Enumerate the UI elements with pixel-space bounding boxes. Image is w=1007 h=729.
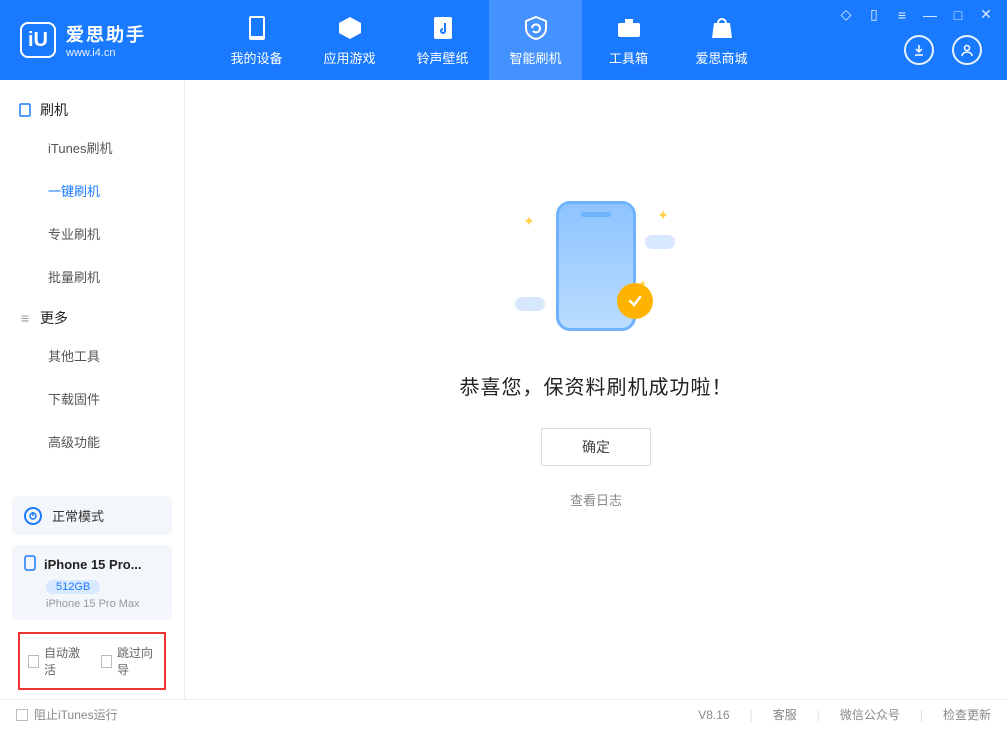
view-log-link[interactable]: 查看日志 bbox=[570, 490, 622, 509]
nav-ringtone-wallpaper[interactable]: 铃声壁纸 bbox=[396, 0, 489, 80]
download-button[interactable] bbox=[904, 35, 934, 65]
tablet-icon bbox=[18, 103, 32, 117]
top-nav: 我的设备 应用游戏 铃声壁纸 智能刷机 工具箱 爱思商城 bbox=[210, 0, 768, 80]
sidebar-batch-flash[interactable]: 批量刷机 bbox=[0, 255, 184, 298]
nav-my-device[interactable]: 我的设备 bbox=[210, 0, 303, 80]
menu-icon[interactable]: ≡ bbox=[893, 7, 911, 23]
storage-badge: 512GB bbox=[46, 580, 100, 594]
list-icon: ≡ bbox=[18, 311, 32, 325]
nav-apps-games[interactable]: 应用游戏 bbox=[303, 0, 396, 80]
sidebar-other-tools[interactable]: 其他工具 bbox=[0, 334, 184, 377]
sidebar-oneclick-flash[interactable]: 一键刷机 bbox=[0, 169, 184, 212]
toolbox-icon bbox=[615, 14, 643, 42]
power-icon bbox=[24, 507, 42, 525]
status-bar: 阻止iTunes运行 V8.16 | 客服 | 微信公众号 | 检查更新 bbox=[0, 699, 1007, 729]
sidebar-advanced[interactable]: 高级功能 bbox=[0, 420, 184, 463]
phone-icon bbox=[243, 14, 271, 42]
logo-area: iU 爱思助手 www.i4.cn bbox=[20, 21, 170, 59]
checkbox-block-itunes[interactable]: 阻止iTunes运行 bbox=[16, 706, 118, 723]
nav-store[interactable]: 爱思商城 bbox=[675, 0, 768, 80]
footer-support-link[interactable]: 客服 bbox=[773, 706, 797, 723]
maximize-icon[interactable]: □ bbox=[949, 7, 967, 23]
device-mode-pill[interactable]: 正常模式 bbox=[12, 496, 172, 535]
nav-smart-flash[interactable]: 智能刷机 bbox=[489, 0, 582, 80]
minimize-icon[interactable]: — bbox=[921, 7, 939, 23]
mobile-icon[interactable]: ▯ bbox=[865, 6, 883, 23]
sidebar-group-flash[interactable]: 刷机 bbox=[0, 90, 184, 126]
sparkle-icon: ✦ bbox=[657, 207, 669, 224]
app-header: iU 爱思助手 www.i4.cn 我的设备 应用游戏 铃声壁纸 智能刷机 工具… bbox=[0, 0, 1007, 80]
app-title: 爱思助手 bbox=[66, 21, 146, 47]
device-model: iPhone 15 Pro Max bbox=[46, 598, 160, 610]
refresh-shield-icon bbox=[522, 14, 550, 42]
cloud-icon bbox=[645, 235, 675, 249]
checkbox-skip-guide[interactable]: 跳过向导 bbox=[101, 644, 156, 678]
cloud-icon bbox=[515, 297, 545, 311]
checkbox-auto-activate[interactable]: 自动激活 bbox=[28, 644, 83, 678]
cube-icon bbox=[336, 14, 364, 42]
sidebar-itunes-flash[interactable]: iTunes刷机 bbox=[0, 126, 184, 169]
skin-icon[interactable]: ◇ bbox=[837, 6, 855, 23]
sidebar-pro-flash[interactable]: 专业刷机 bbox=[0, 212, 184, 255]
main-content: ✦ ✦ ✦ 恭喜您，保资料刷机成功啦！ 确定 查看日志 bbox=[185, 80, 1007, 700]
music-icon bbox=[429, 14, 457, 42]
nav-toolbox[interactable]: 工具箱 bbox=[582, 0, 675, 80]
account-button[interactable] bbox=[952, 35, 982, 65]
highlighted-options: 自动激活 跳过向导 bbox=[18, 632, 166, 690]
success-illustration: ✦ ✦ ✦ bbox=[511, 191, 681, 341]
success-check-icon bbox=[617, 283, 653, 319]
footer-wechat-link[interactable]: 微信公众号 bbox=[840, 706, 900, 723]
version-label: V8.16 bbox=[698, 708, 729, 722]
sparkle-icon: ✦ bbox=[523, 213, 535, 230]
footer-update-link[interactable]: 检查更新 bbox=[943, 706, 991, 723]
bag-icon bbox=[708, 14, 736, 42]
app-subtitle: www.i4.cn bbox=[66, 47, 146, 59]
close-icon[interactable]: ✕ bbox=[977, 6, 995, 23]
sidebar: 刷机 iTunes刷机 一键刷机 专业刷机 批量刷机 ≡ 更多 其他工具 下载固… bbox=[0, 80, 185, 700]
sidebar-group-more[interactable]: ≡ 更多 bbox=[0, 298, 184, 334]
success-title: 恭喜您，保资料刷机成功啦！ bbox=[460, 371, 733, 400]
window-controls: ◇ ▯ ≡ — □ ✕ bbox=[837, 6, 995, 23]
device-phone-icon bbox=[24, 555, 36, 574]
ok-button[interactable]: 确定 bbox=[541, 428, 651, 466]
device-card[interactable]: iPhone 15 Pro... 512GB iPhone 15 Pro Max bbox=[12, 545, 172, 620]
app-logo-icon: iU bbox=[20, 22, 56, 58]
sidebar-download-firmware[interactable]: 下载固件 bbox=[0, 377, 184, 420]
